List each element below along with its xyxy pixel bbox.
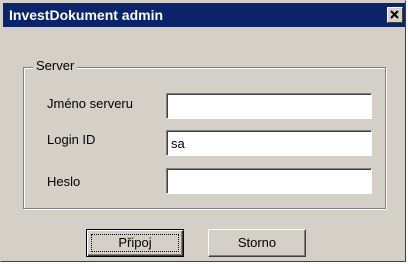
login-id-input[interactable] (166, 130, 372, 156)
close-icon (390, 10, 399, 19)
cancel-button[interactable]: Storno (208, 229, 306, 257)
connect-button[interactable]: Připoj (86, 229, 184, 257)
dialog-window: InvestDokument admin Server Jméno server… (0, 0, 406, 262)
window-title: InvestDokument admin (9, 7, 164, 23)
close-button[interactable] (387, 7, 403, 23)
server-name-input[interactable] (166, 93, 372, 119)
login-id-label: Login ID (47, 132, 96, 147)
password-label: Heslo (47, 174, 81, 189)
server-group-legend: Server (33, 58, 78, 74)
password-input[interactable] (166, 168, 372, 194)
cancel-button-label: Storno (237, 235, 277, 250)
server-name-label: Jméno serveru (47, 96, 133, 111)
connect-button-label: Připoj (118, 235, 152, 250)
title-bar[interactable]: InvestDokument admin (3, 3, 405, 27)
